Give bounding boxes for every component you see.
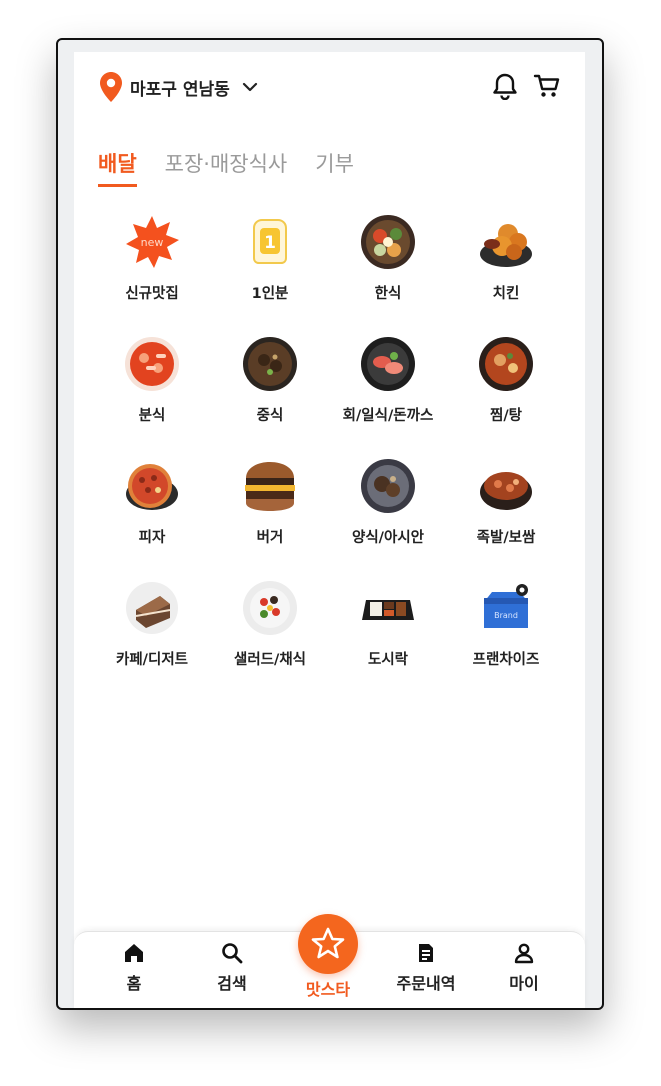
salad-icon xyxy=(243,581,297,635)
category-burger[interactable]: 버거 xyxy=(211,456,329,578)
category-single-serving[interactable]: 1 1인분 xyxy=(211,212,329,334)
category-label: 신규맛집 xyxy=(125,286,179,302)
category-korean[interactable]: 한식 xyxy=(329,212,447,334)
category-lunchbox[interactable]: 도시락 xyxy=(329,578,447,700)
home-icon xyxy=(125,944,143,962)
app-header: 마포구 연남동 xyxy=(74,52,585,132)
category-label: 양식/아시안 xyxy=(352,530,424,546)
category-pizza[interactable]: 피자 xyxy=(93,456,211,578)
category-label: 족발/보쌈 xyxy=(476,530,536,546)
category-label: 회/일식/돈까스 xyxy=(342,408,434,424)
matsta-star-button[interactable] xyxy=(298,914,358,974)
category-japanese[interactable]: 회/일식/돈까스 xyxy=(329,334,447,456)
category-label: 중식 xyxy=(256,408,284,424)
service-tabs: 배달 포장·매장식사 기부 xyxy=(98,148,354,187)
single-serving-icon: 1 xyxy=(253,219,287,264)
stew-icon xyxy=(479,337,533,391)
bottom-navigation: 홈 검색 맛스타 주문내역 마이 xyxy=(74,914,585,1008)
bell-icon[interactable] xyxy=(491,72,519,100)
burger-icon xyxy=(245,462,295,511)
category-label: 카페/디저트 xyxy=(116,652,188,668)
header-actions xyxy=(491,72,561,100)
japanese-food-icon xyxy=(361,337,415,391)
receipt-icon xyxy=(419,944,433,962)
search-icon xyxy=(222,943,243,964)
category-chinese[interactable]: 중식 xyxy=(211,334,329,456)
category-franchise[interactable]: Brand 프랜차이즈 xyxy=(447,578,565,700)
lunchbox-icon xyxy=(362,600,414,620)
pizza-icon xyxy=(126,464,178,510)
cart-icon[interactable] xyxy=(533,72,561,100)
category-label: 도시락 xyxy=(367,652,409,668)
tab-pickup-dinein[interactable]: 포장·매장식사 xyxy=(165,148,288,187)
category-label: 버거 xyxy=(256,530,284,546)
category-new-restaurants[interactable]: new 신규맛집 xyxy=(93,212,211,334)
western-food-icon xyxy=(361,459,415,513)
category-label: 1인분 xyxy=(251,286,289,302)
chicken-icon xyxy=(480,224,532,267)
nav-matsta[interactable]: 맛스타 xyxy=(288,974,368,1000)
svg-text:new: new xyxy=(141,236,164,249)
nav-orders-label: 주문내역 xyxy=(396,974,456,993)
category-label: 샐러드/채식 xyxy=(234,652,306,668)
cake-icon xyxy=(126,582,178,634)
category-label: 한식 xyxy=(374,286,402,302)
category-salad-vegan[interactable]: 샐러드/채식 xyxy=(211,578,329,700)
pork-hock-icon xyxy=(480,472,532,510)
tab-delivery[interactable]: 배달 xyxy=(98,148,137,187)
category-label: 피자 xyxy=(138,530,166,546)
star-icon xyxy=(311,927,345,959)
snack-food-icon xyxy=(125,337,179,391)
nav-orders[interactable]: 주문내역 xyxy=(386,942,466,994)
korean-food-icon xyxy=(361,215,415,269)
category-pork-hock[interactable]: 족발/보쌈 xyxy=(447,456,565,578)
category-label: 찜/탕 xyxy=(490,408,522,424)
nav-home[interactable]: 홈 xyxy=(94,942,174,994)
new-badge-icon: new xyxy=(126,216,179,268)
chinese-food-icon xyxy=(243,337,297,391)
tab-donation[interactable]: 기부 xyxy=(315,148,354,187)
app-screen: 마포구 연남동 배달 포장·매장식사 기부 new 신규맛집 1 1인분 한식 … xyxy=(74,52,585,1008)
nav-my-label: 마이 xyxy=(509,974,539,993)
nav-home-label: 홈 xyxy=(126,974,142,993)
location-selector[interactable]: 마포구 연남동 xyxy=(100,72,258,102)
category-chicken[interactable]: 치킨 xyxy=(447,212,565,334)
location-label: 마포구 연남동 xyxy=(130,79,230,100)
category-label: 치킨 xyxy=(492,286,520,302)
category-snack[interactable]: 분식 xyxy=(93,334,211,456)
svg-text:1: 1 xyxy=(264,233,276,253)
category-label: 분식 xyxy=(138,408,166,424)
category-cafe-dessert[interactable]: 카페/디저트 xyxy=(93,578,211,700)
chevron-down-icon xyxy=(242,82,257,92)
device-frame: 마포구 연남동 배달 포장·매장식사 기부 new 신규맛집 1 1인분 한식 … xyxy=(56,38,604,1010)
nav-search-label: 검색 xyxy=(217,974,247,993)
category-stew[interactable]: 찜/탕 xyxy=(447,334,565,456)
category-western-asian[interactable]: 양식/아시안 xyxy=(329,456,447,578)
svg-text:Brand: Brand xyxy=(494,611,518,620)
user-icon xyxy=(514,943,534,964)
nav-matsta-label: 맛스타 xyxy=(305,980,351,999)
category-grid: new 신규맛집 1 1인분 한식 치킨 분식 중식 회/일식/돈까스 찜/탕 … xyxy=(93,212,565,700)
nav-my[interactable]: 마이 xyxy=(484,942,564,994)
nav-search[interactable]: 검색 xyxy=(192,942,272,994)
location-pin-icon xyxy=(100,72,122,102)
category-label: 프랜차이즈 xyxy=(472,652,540,668)
brand-store-icon: Brand xyxy=(484,584,528,628)
